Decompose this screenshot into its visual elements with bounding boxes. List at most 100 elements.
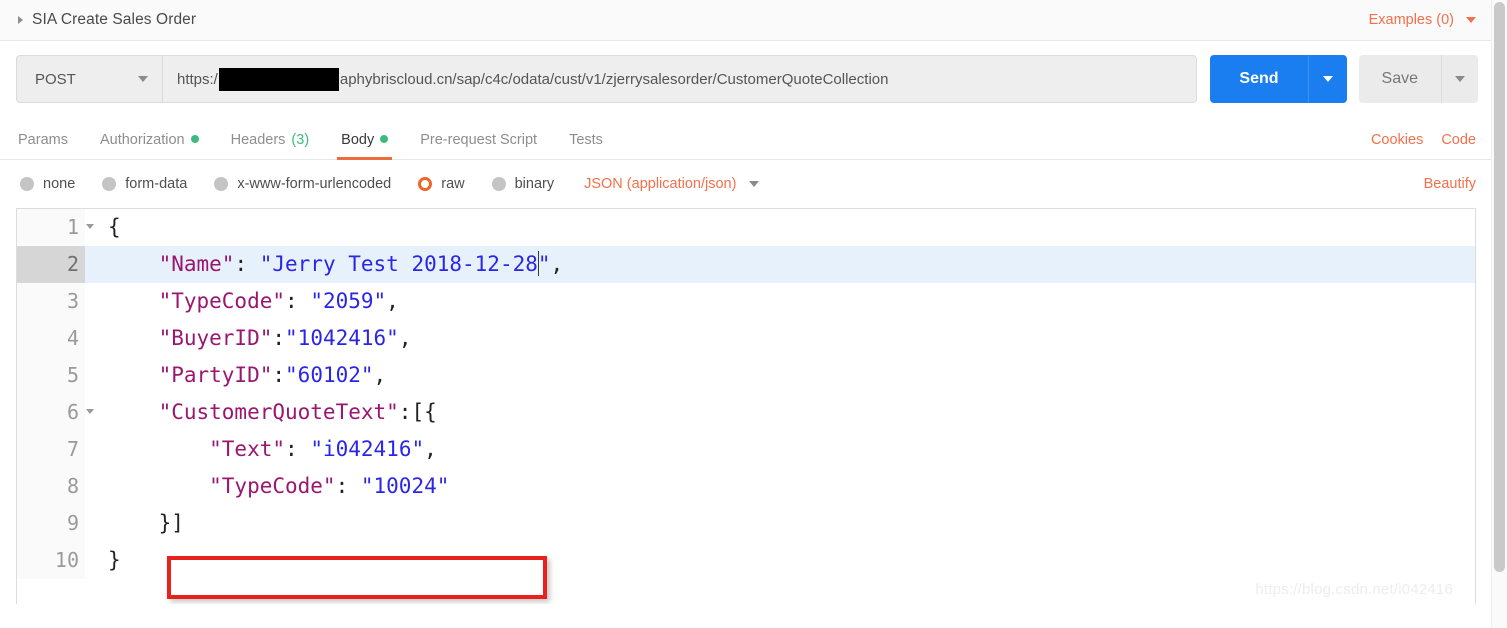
line-number-value: 1 [66, 215, 79, 239]
radio-button-icon[interactable] [491, 177, 506, 191]
line-number-value: 6 [66, 400, 79, 424]
line-number: 9 [17, 505, 85, 542]
body-type-radio-none[interactable]: none [20, 176, 75, 192]
body-type-radio-raw[interactable]: raw [418, 176, 465, 192]
http-method-select[interactable]: POST [16, 55, 162, 103]
radio-button-icon[interactable] [102, 177, 117, 191]
line-number-value: 7 [66, 437, 79, 461]
line-number-value: 3 [66, 289, 79, 313]
code-line[interactable]: 9 }] [17, 505, 1475, 542]
radio-button-icon[interactable] [418, 177, 433, 191]
code-line[interactable]: 1{ [17, 209, 1475, 246]
send-options-button[interactable] [1307, 55, 1347, 103]
line-number: 5 [17, 357, 85, 394]
body-type-row: none form-data x-www-form-urlencoded raw bin… [0, 160, 1492, 208]
json-string-value: "Jerry Test 2018-12-28 [259, 252, 538, 276]
cookies-link[interactable]: Cookies [1371, 132, 1423, 148]
json-key: "TypeCode" [108, 474, 336, 498]
line-number-value: 10 [54, 548, 79, 572]
json-string-value: "1042416" [285, 326, 399, 350]
body-type-radio-binary[interactable]: binary [491, 176, 555, 192]
code-line-text[interactable]: }] [85, 505, 184, 542]
tab-authorization[interactable]: Authorization [100, 132, 199, 159]
json-key: "PartyID" [108, 363, 273, 387]
code-line[interactable]: 3 "TypeCode": "2059", [17, 283, 1475, 320]
request-url-input[interactable]: https:/ aphybriscloud.cn/sap/c4c/odata/cu… [162, 55, 1198, 103]
line-number: 8 [17, 468, 85, 505]
page-scrollbar-thumb[interactable] [1494, 2, 1505, 572]
line-number-value: 9 [66, 511, 79, 535]
chevron-down-icon[interactable] [138, 76, 148, 82]
tab-tests[interactable]: Tests [569, 132, 603, 159]
code-line[interactable]: 6 "CustomerQuoteText":[{ [17, 394, 1475, 431]
radio-button-icon[interactable] [20, 177, 34, 191]
json-key: "BuyerID" [108, 326, 273, 350]
code-line-text[interactable]: } [85, 542, 121, 579]
body-type-label: form-data [125, 176, 188, 192]
line-number: 7 [17, 431, 85, 468]
content-type-value: JSON (application/json) [584, 176, 737, 192]
body-type-label: x-www-form-urlencoded [237, 176, 392, 192]
code-line-text[interactable]: "Text": "i042416", [85, 431, 437, 468]
request-tab-bar: Params Authorization Headers (3) Body Pre-req… [0, 117, 1492, 160]
save-button-group[interactable]: Save [1358, 55, 1478, 103]
code-line[interactable]: 7 "Text": "i042416", [17, 431, 1475, 468]
json-punctuation: : [272, 363, 286, 387]
examples-dropdown[interactable]: Examples (0) [1369, 12, 1476, 28]
code-line-text[interactable]: "TypeCode": "10024" [85, 468, 449, 505]
code-line-text[interactable]: "TypeCode": "2059", [85, 283, 399, 320]
fold-arrow-icon[interactable] [86, 409, 94, 414]
code-line-text[interactable]: "PartyID":"60102", [85, 357, 387, 394]
breadcrumb[interactable]: SIA Create Sales Order [18, 11, 196, 29]
code-line[interactable]: 4 "BuyerID":"1042416", [17, 320, 1475, 357]
body-type-label: none [43, 176, 76, 192]
save-button[interactable]: Save [1358, 55, 1441, 103]
tab-label: Pre-request Script [420, 132, 538, 148]
code-line-text[interactable]: "Name": "Jerry Test 2018-12-28", [85, 246, 563, 283]
code-line[interactable]: 5 "PartyID":"60102", [17, 357, 1475, 394]
content-type-select[interactable]: JSON (application/json) [584, 176, 760, 192]
line-number: 3 [17, 283, 85, 320]
code-link[interactable]: Code [1441, 132, 1476, 148]
json-punctuation: , [398, 326, 412, 350]
json-string-value: "60102" [285, 363, 374, 387]
line-number-value: 4 [66, 326, 79, 350]
line-number: 10 [17, 542, 85, 579]
body-type-radio-x-www-form-urlencoded[interactable]: x-www-form-urlencoded [214, 176, 391, 192]
code-line[interactable]: 2 "Name": "Jerry Test 2018-12-28", [17, 246, 1475, 283]
tab-body[interactable]: Body [337, 132, 393, 160]
chevron-down-icon[interactable] [1466, 17, 1476, 23]
radio-button-icon[interactable] [214, 177, 229, 191]
code-line-text[interactable]: "BuyerID":"1042416", [85, 320, 412, 357]
send-button-group[interactable]: Send [1210, 55, 1347, 103]
body-type-radio-form-data[interactable]: form-data [102, 176, 187, 192]
line-number-value: 8 [66, 474, 79, 498]
status-dot-icon [190, 135, 199, 143]
page-scrollbar[interactable] [1491, 0, 1507, 628]
json-punctuation: : [285, 289, 311, 313]
examples-label[interactable]: Examples (0) [1369, 12, 1454, 28]
line-number: 2 [17, 246, 85, 283]
json-punctuation: , [424, 437, 437, 461]
body-type-label: binary [514, 176, 555, 192]
send-button[interactable]: Send [1210, 55, 1308, 103]
line-number-value: 5 [66, 363, 79, 387]
json-key: "Text" [108, 437, 286, 461]
save-options-button[interactable] [1441, 55, 1478, 103]
tab-pre-request-script[interactable]: Pre-request Script [420, 132, 537, 159]
chevron-down-icon[interactable] [749, 181, 760, 187]
triangle-right-icon[interactable] [18, 16, 23, 24]
code-line[interactable]: 10} [17, 542, 1475, 579]
code-line[interactable]: 8 "TypeCode": "10024" [17, 468, 1475, 505]
json-key: "CustomerQuoteText" [108, 400, 399, 424]
fold-arrow-icon[interactable] [86, 224, 94, 229]
tab-count: (3) [291, 132, 310, 148]
page-title: SIA Create Sales Order [32, 11, 197, 28]
tab-params[interactable]: Params [18, 132, 68, 159]
tab-headers[interactable]: Headers (3) [231, 132, 310, 159]
line-number-value: 2 [66, 252, 79, 276]
beautify-button[interactable]: Beautify [1424, 176, 1476, 192]
code-lines[interactable]: 1{2 "Name": "Jerry Test 2018-12-28", 3 "T… [17, 209, 1475, 579]
request-body-editor[interactable]: 1{2 "Name": "Jerry Test 2018-12-28", 3 "T… [16, 208, 1476, 604]
code-line-text[interactable]: "CustomerQuoteText":[{ [85, 394, 437, 431]
